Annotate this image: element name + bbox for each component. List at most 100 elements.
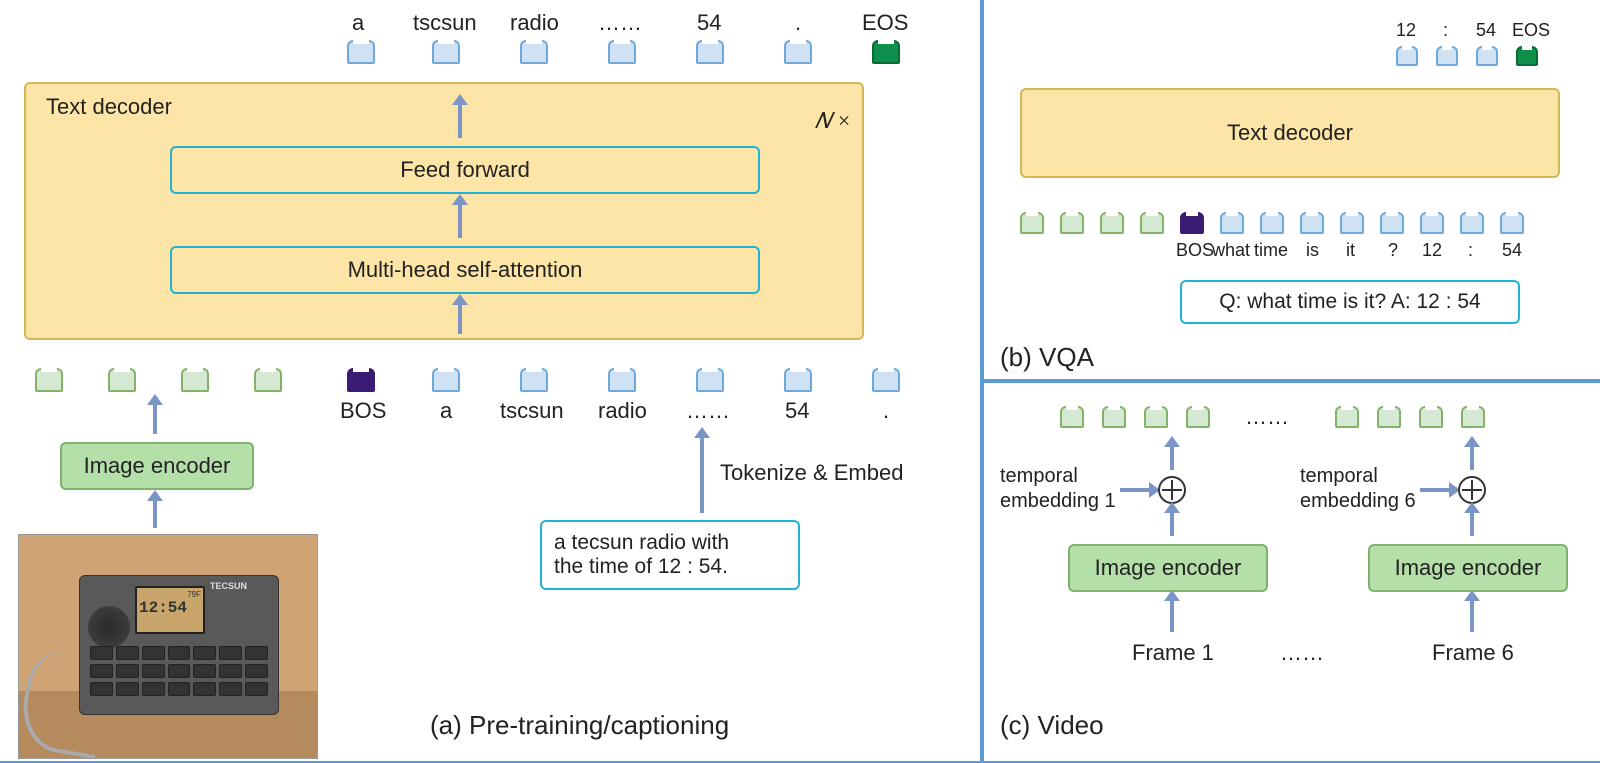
arrow-tokenize — [700, 437, 704, 513]
c-temp1-l2: embedding 1 — [1000, 490, 1116, 513]
b-out-col — [1436, 46, 1458, 66]
out-tok-radio — [520, 40, 548, 64]
in-lbl-4: …… — [686, 398, 730, 424]
c-frame6: Frame 6 — [1432, 640, 1514, 666]
out-lbl-1: tscsun — [413, 10, 477, 36]
self-attention-block: Multi-head self-attention — [170, 246, 760, 294]
radio-image: 79F 12:54 TECSUN — [18, 534, 318, 759]
in-lbl-3: radio — [598, 398, 647, 424]
b-img-2 — [1100, 212, 1124, 234]
in-lbl-1: a — [440, 398, 452, 424]
c-tok-5 — [1377, 406, 1401, 428]
text-decoder-label: Text decoder — [46, 94, 172, 120]
b-54 — [1500, 212, 1524, 234]
b-in-lbl-2: time — [1254, 240, 1288, 261]
text-decoder-block: Text decoder — [24, 82, 864, 340]
caption-line2: the time of 12 : 54. — [554, 555, 728, 579]
b-qa-box: Q: what time is it? A: 12 : 54 — [1180, 280, 1520, 324]
arrow-in-sa — [458, 304, 462, 334]
c-tok-0 — [1060, 406, 1084, 428]
n-times: 𝑁 × — [815, 108, 851, 134]
c-arr-h6 — [1420, 488, 1450, 492]
out-lbl-6: EOS — [862, 10, 908, 36]
in-tok-54 — [784, 368, 812, 392]
image-encoder-block: Image encoder — [60, 442, 254, 490]
c-image-encoder-6: Image encoder — [1368, 544, 1568, 592]
b-in-lbl-4: it — [1346, 240, 1355, 261]
radio-screen: 79F 12:54 — [135, 586, 205, 634]
c-temp6-l1: temporal — [1300, 465, 1378, 488]
c-imgenc-lbl-6: Image encoder — [1395, 555, 1542, 581]
in-lbl-6: . — [883, 398, 889, 424]
b-q — [1380, 212, 1404, 234]
c-temp6-l2: embedding 6 — [1300, 490, 1416, 513]
radio-brand: TECSUN — [210, 581, 247, 591]
b-qa-text: Q: what time is it? A: 12 : 54 — [1219, 290, 1480, 314]
out-tok-54 — [696, 40, 724, 64]
b-in-lbl-3: is — [1306, 240, 1319, 261]
b-in-lbl-5: ? — [1388, 240, 1398, 261]
feed-forward-label: Feed forward — [400, 157, 530, 183]
img-emb-1 — [108, 368, 136, 392]
b-in-lbl-8: 54 — [1502, 240, 1522, 261]
out-tok-dots — [608, 40, 636, 64]
b-in-lbl-6: 12 — [1422, 240, 1442, 261]
b-bos — [1180, 212, 1204, 234]
arrow-ff-out — [458, 104, 462, 138]
c-tok-7 — [1461, 406, 1485, 428]
out-lbl-5: . — [795, 10, 801, 36]
out-tok-a — [347, 40, 375, 64]
arrow-imgenc-out — [153, 404, 157, 434]
feed-forward-block: Feed forward — [170, 146, 760, 194]
b-text-decoder-label: Text decoder — [1227, 120, 1353, 146]
radio-btn-row1 — [90, 646, 268, 660]
c-dots-bottom: …… — [1280, 640, 1324, 666]
c-arr-enc-plus6 — [1470, 512, 1474, 536]
radio-btn-row2 — [90, 664, 268, 678]
out-lbl-2: radio — [510, 10, 559, 36]
panel-c-caption: (c) Video — [1000, 710, 1104, 741]
c-arr-frame1 — [1170, 600, 1174, 632]
img-emb-2 — [181, 368, 209, 392]
out-tok-eos — [872, 40, 900, 64]
caption-input-box: a tecsun radio with the time of 12 : 54. — [540, 520, 800, 590]
radio-temp: 79F — [139, 590, 201, 599]
b-out-lbl-2: 54 — [1476, 20, 1496, 41]
c-dots-top: …… — [1245, 404, 1289, 430]
out-tok-period — [784, 40, 812, 64]
arrow-sa-ff — [458, 204, 462, 238]
out-tok-tscsun — [432, 40, 460, 64]
radio-btn-row3 — [90, 682, 268, 696]
b-in-lbl-0: BOS — [1176, 240, 1214, 261]
c-tok-3 — [1186, 406, 1210, 428]
b-whatt — [1220, 212, 1244, 234]
c-tok-6 — [1419, 406, 1443, 428]
c-arr-enc-plus1 — [1170, 512, 1174, 536]
b-time — [1260, 212, 1284, 234]
in-tok-period — [872, 368, 900, 392]
b-out-12 — [1396, 46, 1418, 66]
tokenize-label: Tokenize & Embed — [720, 460, 903, 486]
in-tok-dots — [696, 368, 724, 392]
out-lbl-0: a — [352, 10, 364, 36]
image-encoder-label: Image encoder — [84, 453, 231, 479]
in-lbl-2: tscsun — [500, 398, 564, 424]
c-plus-6 — [1458, 476, 1486, 504]
b-is — [1300, 212, 1324, 234]
out-lbl-4: 54 — [697, 10, 721, 36]
c-imgenc-lbl-1: Image encoder — [1095, 555, 1242, 581]
arrow-img-to-enc — [153, 500, 157, 528]
radio-speaker — [88, 606, 130, 648]
c-tok-4 — [1335, 406, 1359, 428]
b-it — [1340, 212, 1364, 234]
b-in-lbl-7: : — [1468, 240, 1473, 261]
out-lbl-3: …… — [598, 10, 642, 36]
c-arr-frame6 — [1470, 600, 1474, 632]
b-in-lbl-1: what — [1212, 240, 1250, 261]
b-col — [1460, 212, 1484, 234]
b-text-decoder: Text decoder — [1020, 88, 1560, 178]
in-tok-tscsun — [520, 368, 548, 392]
c-arr-h1 — [1120, 488, 1150, 492]
panel-b-caption: (b) VQA — [1000, 342, 1094, 373]
c-tok-1 — [1102, 406, 1126, 428]
